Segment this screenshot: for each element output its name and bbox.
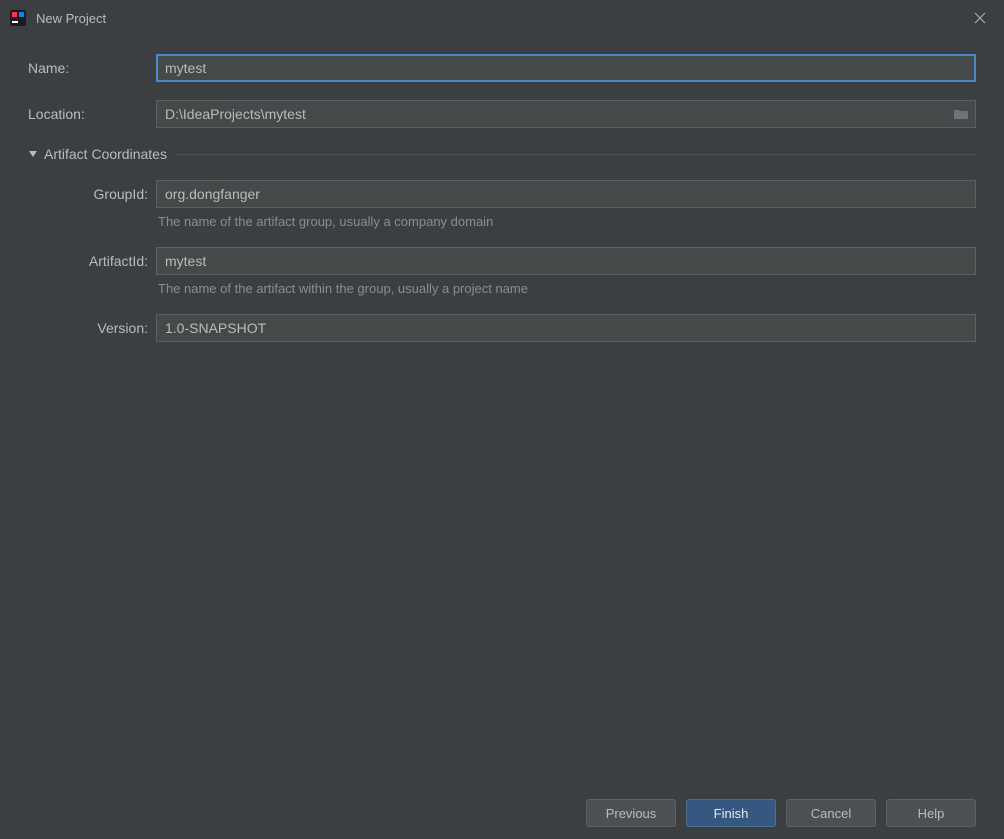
- groupid-hint: The name of the artifact group, usually …: [156, 214, 976, 229]
- chevron-down-icon: [28, 147, 38, 162]
- name-row: Name:: [28, 54, 976, 82]
- button-bar: Previous Finish Cancel Help: [586, 799, 976, 827]
- location-input[interactable]: D:\IdeaProjects\mytest: [157, 106, 947, 122]
- artifact-coordinates-header[interactable]: Artifact Coordinates: [28, 146, 976, 162]
- location-label: Location:: [28, 106, 156, 122]
- window-title: New Project: [36, 11, 968, 26]
- close-button[interactable]: [968, 6, 992, 30]
- groupid-row: GroupId:: [28, 180, 976, 208]
- name-input[interactable]: [156, 54, 976, 82]
- version-input[interactable]: [156, 314, 976, 342]
- artifactid-input[interactable]: [156, 247, 976, 275]
- version-label: Version:: [28, 320, 156, 336]
- browse-button[interactable]: [947, 101, 975, 127]
- section-divider: [177, 154, 976, 155]
- location-row: Location: D:\IdeaProjects\mytest: [28, 100, 976, 128]
- name-label: Name:: [28, 60, 156, 76]
- dialog-content: Name: Location: D:\IdeaProjects\mytest A…: [0, 36, 1004, 342]
- folder-icon: [953, 107, 969, 121]
- app-icon: [10, 10, 26, 26]
- version-row: Version:: [28, 314, 976, 342]
- artifactid-hint: The name of the artifact within the grou…: [156, 281, 976, 296]
- artifactid-row: ArtifactId:: [28, 247, 976, 275]
- groupid-label: GroupId:: [28, 186, 156, 202]
- previous-button[interactable]: Previous: [586, 799, 676, 827]
- location-input-wrap: D:\IdeaProjects\mytest: [156, 100, 976, 128]
- groupid-input[interactable]: [156, 180, 976, 208]
- artifact-coordinates-label: Artifact Coordinates: [44, 146, 167, 162]
- titlebar: New Project: [0, 0, 1004, 36]
- cancel-button[interactable]: Cancel: [786, 799, 876, 827]
- finish-button[interactable]: Finish: [686, 799, 776, 827]
- help-button[interactable]: Help: [886, 799, 976, 827]
- artifactid-label: ArtifactId:: [28, 253, 156, 269]
- close-icon: [974, 12, 986, 24]
